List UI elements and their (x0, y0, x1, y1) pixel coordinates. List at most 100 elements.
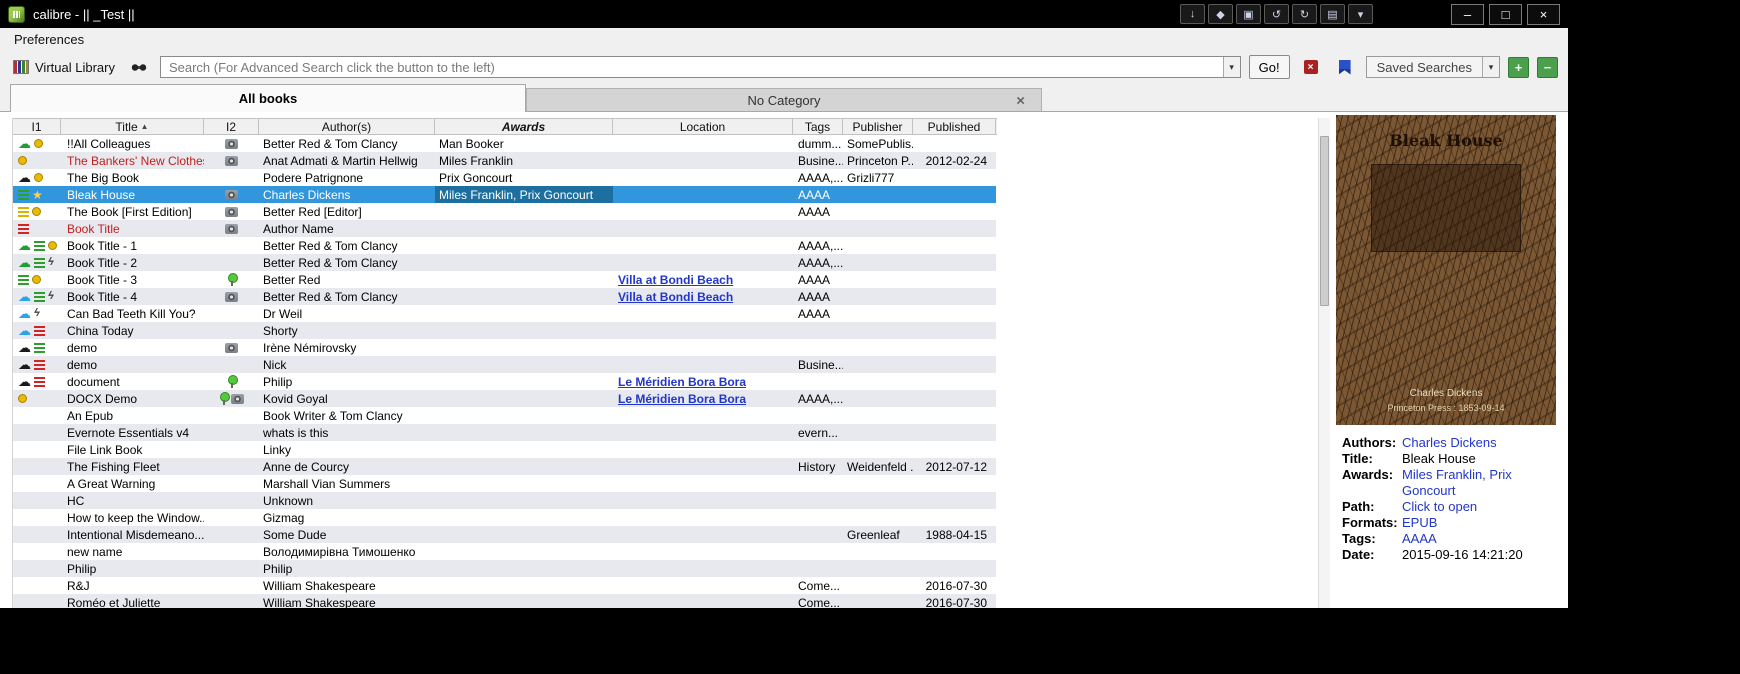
titlebar-tool-1[interactable]: ↓ (1180, 4, 1205, 24)
location-link[interactable]: Villa at Bondi Beach (618, 290, 733, 304)
book-row[interactable]: R&J William Shakespeare Come... 2016-07-30 (13, 577, 996, 594)
book-publisher (843, 271, 913, 288)
column-header-awards[interactable]: Awards (435, 119, 613, 134)
detail-field: Authors: Charles Dickens (1342, 435, 1556, 451)
book-row[interactable]: DOCX Demo Kovid Goyal Le Méridien Bora Bor… (13, 390, 996, 407)
book-row[interactable]: ☁ The Big Book Podere Patrignone Prix Gonco… (13, 169, 996, 186)
dot-yellow-icon (32, 207, 41, 216)
location-link[interactable]: Le Méridien Bora Bora (618, 375, 746, 389)
book-row[interactable]: Book Title Author Name (13, 220, 996, 237)
book-author: Better Red & Tom Clancy (263, 255, 398, 270)
detail-label: Title: (1342, 451, 1373, 466)
book-published (913, 475, 996, 492)
search-history-dropdown[interactable]: ▾ (1222, 57, 1240, 77)
book-row[interactable]: The Book [First Edition] Better Red [Edit… (13, 203, 996, 220)
book-row[interactable]: How to keep the Window... Gizmag (13, 509, 996, 526)
book-details-panel: Bleak House Charles Dickens Princeton Pr… (1336, 115, 1556, 608)
book-row[interactable]: An Epub Book Writer & Tom Clancy (13, 407, 996, 424)
highlight-matches-button[interactable] (1332, 56, 1358, 79)
virtual-library-button[interactable]: Virtual Library (10, 58, 118, 77)
detail-value[interactable]: AAAA (1402, 531, 1556, 547)
book-row[interactable]: Roméo et Juliette William Shakespeare Come… (13, 594, 996, 608)
menu-preferences[interactable]: Preferences (10, 31, 88, 48)
book-row[interactable]: Intentional Misdemeano... Some Dude Greenl… (13, 526, 996, 543)
tab-no-category[interactable]: No Category × (526, 88, 1042, 112)
camera-icon (225, 206, 238, 217)
column-header-tags[interactable]: Tags (793, 119, 843, 134)
column-header-i1[interactable]: I1 (13, 119, 61, 134)
detail-field: Formats: EPUB (1342, 515, 1556, 531)
book-row[interactable]: new name Володимирівна Тимошенко (13, 543, 996, 560)
column-header-location[interactable]: Location (613, 119, 793, 134)
detail-value[interactable]: Miles Franklin, Prix Goncourt (1402, 467, 1556, 499)
scrollbar-thumb[interactable] (1320, 136, 1329, 306)
book-row[interactable]: File Link Book Linky (13, 441, 996, 458)
clear-search-button[interactable]: × (1298, 56, 1324, 79)
tab-all-books[interactable]: All books (10, 84, 526, 112)
detail-value[interactable]: EPUB (1402, 515, 1556, 531)
minimize-button[interactable]: – (1451, 3, 1484, 25)
book-row[interactable]: The Bankers' New Clothes Anat Admati & Ma… (13, 152, 996, 169)
delete-saved-search-button[interactable]: − (1537, 56, 1558, 78)
book-tags (793, 509, 843, 526)
titlebar-tool-2[interactable]: ◆ (1208, 4, 1233, 24)
column-label: Title (115, 119, 138, 134)
book-tags: AAAA (798, 204, 831, 219)
column-header-published[interactable]: Published (913, 119, 996, 134)
book-row[interactable]: ☁ demo Nick Busine... (13, 356, 996, 373)
vertical-scrollbar[interactable] (1318, 118, 1330, 608)
list-red-icon (34, 376, 45, 387)
saved-searches-combo[interactable]: Saved Searches ▾ (1365, 56, 1500, 78)
titlebar-tool-4[interactable]: ↺ (1264, 4, 1289, 24)
detail-value[interactable]: Charles Dickens (1402, 435, 1556, 451)
detail-label: Date: (1342, 547, 1375, 562)
book-cover[interactable]: Bleak House Charles Dickens Princeton Pr… (1336, 115, 1556, 425)
book-publisher (843, 186, 913, 203)
book-row[interactable]: ★ Bleak House Charles Dickens Miles Frankli… (13, 186, 996, 203)
book-row[interactable]: ☁ ϟ Book Title - 4 Better Red & Tom Clancy V… (13, 288, 996, 305)
search-input[interactable] (160, 57, 1223, 77)
book-row[interactable]: Philip Philip (13, 560, 996, 577)
column-header-i2[interactable]: I2 (204, 119, 259, 134)
book-row[interactable]: ☁ ϟ Can Bad Teeth Kill You? Dr Weil AAAA (13, 305, 996, 322)
book-row[interactable]: Evernote Essentials v4 whats is this evern… (13, 424, 996, 441)
advanced-search-button[interactable] (126, 56, 152, 79)
column-label: Awards (501, 119, 546, 134)
book-row[interactable]: ☁ demo Irène Némirovsky (13, 339, 996, 356)
cloud-black-icon: ☁ (18, 357, 31, 372)
book-row[interactable]: The Fishing Fleet Anne de Courcy History We… (13, 458, 996, 475)
close-button[interactable]: × (1527, 3, 1560, 25)
tab-close-icon[interactable]: × (1016, 93, 1025, 108)
column-header-author[interactable]: Author(s) (259, 119, 435, 134)
book-row[interactable]: A Great Warning Marshall Vian Summers (13, 475, 996, 492)
book-published (913, 373, 996, 390)
book-published: 1988-04-15 (925, 527, 987, 542)
titlebar-tool-menu[interactable]: ▾ (1348, 4, 1373, 24)
detail-value: Bleak House (1402, 451, 1476, 466)
book-publisher (843, 492, 913, 509)
pin-icon (227, 273, 238, 286)
cloud-green-icon: ☁ (18, 238, 31, 253)
book-title: !!All Colleagues (67, 136, 151, 151)
location-link[interactable]: Villa at Bondi Beach (618, 273, 733, 287)
location-link[interactable]: Le Méridien Bora Bora (618, 392, 746, 406)
go-button[interactable]: Go! (1248, 55, 1290, 79)
titlebar-tool-3[interactable]: ▣ (1236, 4, 1261, 24)
column-header-title[interactable]: Title ▲ (61, 119, 204, 134)
book-row[interactable]: ☁ ϟ Book Title - 2 Better Red & Tom Clancy A… (13, 254, 996, 271)
saved-searches-dropdown[interactable]: ▾ (1482, 57, 1499, 77)
maximize-button[interactable]: □ (1489, 3, 1522, 25)
column-header-publisher[interactable]: Publisher (843, 119, 913, 134)
book-row[interactable]: ☁ document Philip Le Méridien Bora Bora (13, 373, 996, 390)
book-awards (435, 203, 613, 220)
titlebar-tool-6[interactable]: ▤ (1320, 4, 1345, 24)
book-row[interactable]: Book Title - 3 Better Red Villa at Bondi B… (13, 271, 996, 288)
titlebar-tool-5[interactable]: ↻ (1292, 4, 1317, 24)
book-row[interactable]: HC Unknown (13, 492, 996, 509)
virtual-library-label: Virtual Library (35, 59, 115, 75)
save-search-button[interactable]: + (1508, 56, 1529, 78)
detail-value[interactable]: Click to open (1402, 499, 1556, 515)
book-row[interactable]: ☁ China Today Shorty (13, 322, 996, 339)
book-row[interactable]: ☁ Book Title - 1 Better Red & Tom Clancy AA… (13, 237, 996, 254)
book-row[interactable]: ☁ !!All Colleagues Better Red & Tom Clancy… (13, 135, 996, 152)
